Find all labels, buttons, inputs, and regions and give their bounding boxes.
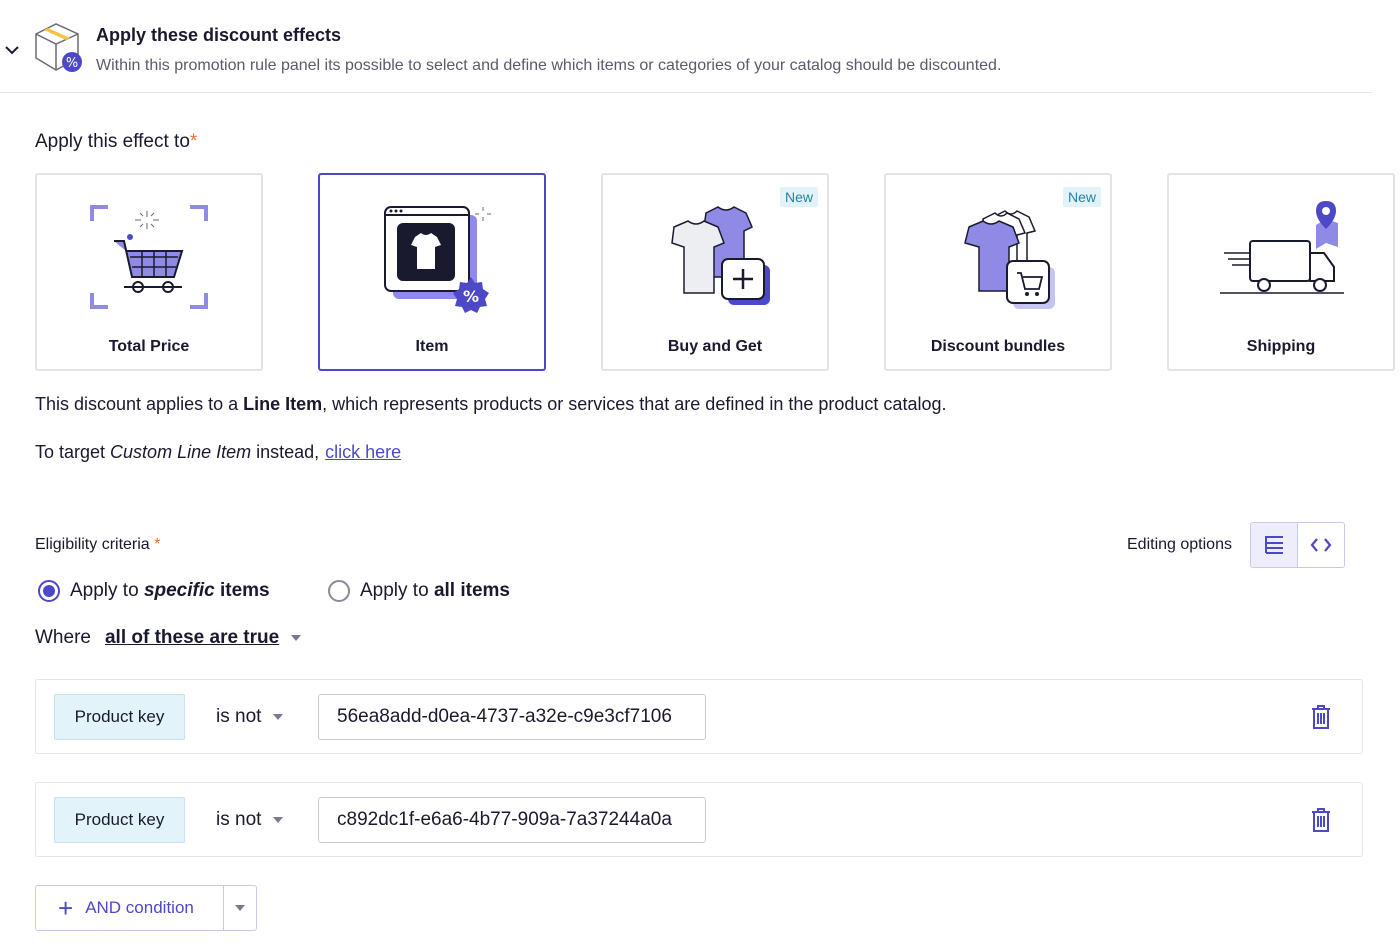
card-label: Buy and Get — [667, 338, 763, 355]
caret-down-icon — [235, 905, 245, 911]
svg-text:%: % — [66, 56, 78, 71]
trash-icon[interactable] — [1310, 807, 1332, 833]
editing-options-toggle — [1250, 522, 1345, 568]
condition-value-input[interactable]: 56ea8add-d0ea-4737-a32e-c9e3cf7106 — [318, 694, 706, 740]
panel-description: Within this promotion rule panel its pos… — [96, 57, 1002, 74]
radio-label: Apply to specific items — [70, 580, 270, 601]
caret-down-icon — [273, 817, 284, 823]
tshirt-icon: % — [384, 206, 491, 313]
list-tree-icon — [1264, 536, 1283, 554]
condition-field[interactable]: Product key — [54, 694, 185, 740]
condition-row: Product key is not c892dc1f-e6a6-4b77-90… — [35, 782, 1363, 857]
radio-button-selected[interactable] — [38, 580, 60, 602]
condition-value-input[interactable]: c892dc1f-e6a6-4b77-909a-7a37244a0a — [318, 797, 706, 843]
card-item[interactable]: % Item — [318, 173, 546, 371]
card-label: Discount bundles — [930, 338, 1066, 355]
bundle-icon — [964, 210, 1055, 309]
chevron-down-icon[interactable] — [4, 42, 20, 58]
condition-row: Product key is not 56ea8add-d0ea-4737-a3… — [35, 679, 1363, 754]
trash-icon[interactable] — [1310, 704, 1332, 730]
svg-text:%: % — [463, 287, 479, 306]
radio-apply-specific[interactable]: Apply to specific items — [38, 580, 270, 602]
and-condition-dropdown[interactable] — [224, 886, 256, 930]
and-condition-split-button: + AND condition — [35, 885, 257, 931]
editing-options-label: Editing options — [1127, 536, 1232, 553]
apply-effect-label: Apply this effect to* — [35, 131, 198, 152]
panel-title: Apply these discount effects — [96, 25, 342, 45]
card-total-price[interactable]: Total Price — [35, 173, 263, 371]
card-discount-bundles[interactable]: New Discount bundles — [884, 173, 1112, 371]
truck-icon — [1220, 201, 1344, 294]
cart-icon — [90, 205, 208, 309]
visual-editor-button[interactable] — [1251, 523, 1298, 567]
custom-line-item-info: To target Custom Line Item instead, click… — [35, 442, 402, 462]
eligibility-criteria-label: Eligibility criteria * — [35, 536, 161, 553]
radio-apply-all[interactable]: Apply to all items — [328, 580, 510, 602]
code-icon — [1310, 538, 1332, 552]
shirts-plus-icon — [671, 206, 770, 305]
new-badge: New — [1062, 187, 1101, 207]
code-editor-button[interactable] — [1298, 523, 1345, 567]
card-label: Item — [415, 338, 449, 355]
radio-label: Apply to all items — [360, 580, 510, 601]
card-label: Total Price — [108, 338, 190, 355]
card-buy-and-get[interactable]: New Buy and Get — [601, 173, 829, 371]
card-shipping[interactable]: Shipping — [1167, 173, 1395, 371]
where-label: Where — [35, 627, 91, 648]
where-row: Where all of these are true — [35, 627, 302, 649]
condition-operator-select[interactable]: is not — [216, 706, 284, 728]
condition-field[interactable]: Product key — [54, 797, 185, 843]
where-logic-select[interactable]: all of these are true — [105, 627, 302, 649]
condition-operator-select[interactable]: is not — [216, 809, 284, 831]
plus-icon: + — [58, 893, 74, 923]
panel-header: % Apply these discount effects Within th… — [0, 0, 1372, 93]
line-item-info: This discount applies to a Line Item, wh… — [35, 394, 947, 414]
click-here-link[interactable]: click here — [325, 442, 401, 462]
card-label: Shipping — [1246, 338, 1316, 355]
discount-box-icon: % — [35, 23, 82, 72]
new-badge: New — [779, 187, 818, 207]
and-condition-button[interactable]: + AND condition — [36, 886, 224, 930]
caret-down-icon — [273, 714, 284, 720]
caret-down-icon — [291, 635, 302, 641]
radio-button[interactable] — [328, 580, 350, 602]
